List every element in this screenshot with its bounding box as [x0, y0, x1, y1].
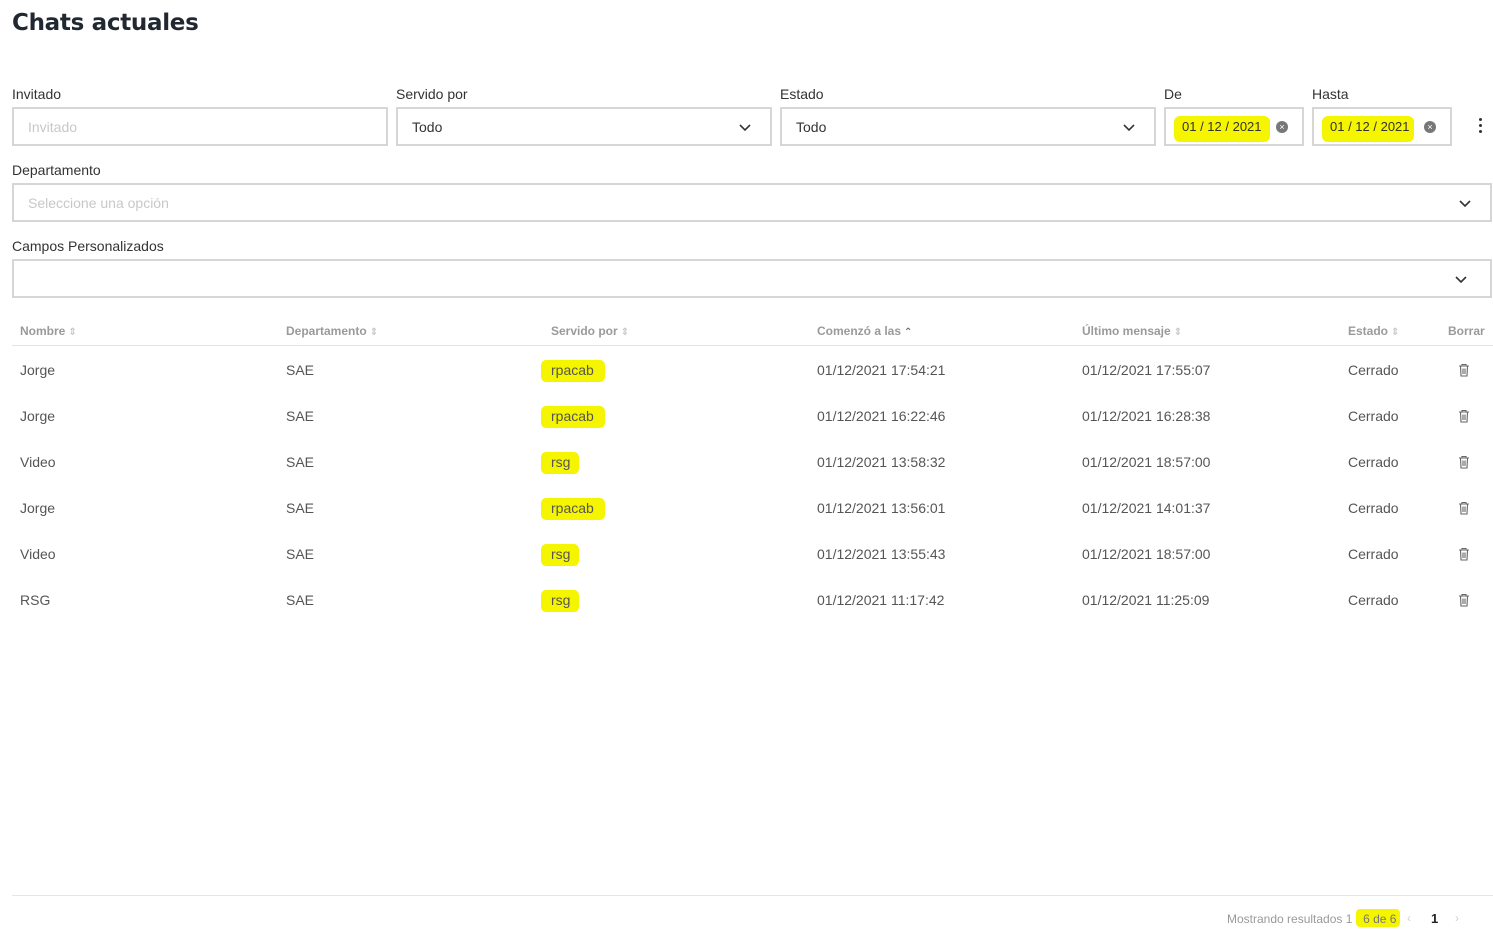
cell-estado: Cerrado: [1348, 408, 1399, 424]
cell-nombre: Jorge: [20, 500, 56, 516]
cell-departamento: SAE: [286, 546, 315, 562]
servido-por-select[interactable]: Todo: [396, 107, 772, 146]
table-row[interactable]: RSG SAE rsg 01/12/2021 11:17:42 01/12/2021 1…: [12, 577, 1493, 623]
cell-servido-por: rpacab: [551, 500, 594, 516]
campos-personalizados-label: Campos Personalizados: [12, 238, 164, 254]
cell-comenzo: 01/12/2021 13:58:32: [817, 454, 946, 470]
sort-icon: ⇕: [1173, 327, 1183, 338]
cell-departamento: SAE: [286, 592, 315, 608]
next-page-button[interactable]: ›: [1455, 911, 1459, 925]
trash-icon[interactable]: [1458, 409, 1470, 423]
chevron-down-icon: [739, 124, 751, 132]
th-nombre[interactable]: Nombre ⇕: [20, 324, 77, 338]
cell-nombre: Jorge: [20, 362, 56, 378]
clear-icon[interactable]: ×: [1276, 121, 1288, 133]
footer-divider: [12, 895, 1493, 896]
sort-icon: ⇕: [369, 327, 379, 338]
cell-servido-por: rsg: [551, 546, 571, 562]
cell-departamento: SAE: [286, 408, 315, 424]
cell-servido-por: rpacab: [551, 362, 594, 378]
th-comenzo[interactable]: Comenzó a las ⌃: [817, 324, 912, 338]
sort-icon: ⇕: [1391, 327, 1400, 338]
cell-ultimo: 01/12/2021 14:01:37: [1082, 500, 1211, 516]
de-date-input[interactable]: 01 / 12 / 2021 ×: [1164, 107, 1304, 146]
prev-page-button[interactable]: ‹: [1407, 911, 1411, 925]
table-row[interactable]: Jorge SAE rpacab 01/12/2021 17:54:21 01/12/2…: [12, 347, 1493, 393]
th-servido-por[interactable]: Servido por ⇕: [551, 324, 629, 338]
estado-select[interactable]: Todo: [780, 107, 1156, 146]
servido-por-value: Todo: [412, 118, 443, 135]
th-departamento[interactable]: Departamento ⇕: [286, 324, 378, 338]
cell-nombre: Jorge: [20, 408, 56, 424]
trash-icon[interactable]: [1458, 501, 1470, 515]
table-row[interactable]: Video SAE rsg 01/12/2021 13:58:32 01/12/2021…: [12, 439, 1493, 485]
cell-estado: Cerrado: [1348, 500, 1399, 516]
cell-comenzo: 01/12/2021 16:22:46: [817, 408, 946, 424]
trash-icon[interactable]: [1458, 363, 1470, 377]
invitado-input[interactable]: Invitado: [12, 107, 388, 146]
invitado-placeholder: Invitado: [28, 118, 78, 135]
chevron-down-icon: [1455, 276, 1467, 284]
trash-icon[interactable]: [1458, 593, 1470, 607]
trash-icon[interactable]: [1458, 455, 1470, 469]
departamento-placeholder: Seleccione una opción: [28, 194, 169, 211]
th-ultimo-mensaje[interactable]: Último mensaje ⇕: [1082, 324, 1182, 338]
cell-comenzo: 01/12/2021 11:17:42: [817, 592, 945, 608]
page-title: Chats actuales: [12, 10, 199, 36]
table-row[interactable]: Video SAE rsg 01/12/2021 13:55:43 01/12/2021…: [12, 531, 1493, 577]
chevron-down-icon: [1123, 124, 1135, 132]
cell-nombre: Video: [20, 454, 56, 470]
chevron-down-icon: [1459, 200, 1471, 208]
cell-servido-por: rpacab: [551, 408, 594, 424]
cell-nombre: RSG: [20, 592, 51, 608]
cell-ultimo: 01/12/2021 18:57:00: [1082, 454, 1211, 470]
sort-up-icon: ⌃: [904, 327, 913, 338]
cell-ultimo: 01/12/2021 18:57:00: [1082, 546, 1211, 562]
table-row[interactable]: Jorge SAE rpacab 01/12/2021 13:56:01 01/12/2…: [12, 485, 1493, 531]
cell-departamento: SAE: [286, 454, 315, 470]
cell-ultimo: 01/12/2021 11:25:09: [1082, 592, 1210, 608]
table-row[interactable]: Jorge SAE rpacab 01/12/2021 16:22:46 01/12/2…: [12, 393, 1493, 439]
sort-icon: ⇕: [620, 327, 630, 338]
departamento-select[interactable]: Seleccione una opción: [12, 183, 1492, 222]
servido-por-label: Servido por: [396, 86, 468, 102]
hasta-date-value: 01 / 12 / 2021: [1330, 119, 1410, 134]
trash-icon[interactable]: [1458, 547, 1470, 561]
invitado-label: Invitado: [12, 86, 62, 102]
campos-personalizados-select[interactable]: [12, 259, 1492, 298]
cell-estado: Cerrado: [1348, 454, 1399, 470]
hasta-date-input[interactable]: 01 / 12 / 2021 ×: [1312, 107, 1452, 146]
table-header: Nombre ⇕ Departamento ⇕ Servido por ⇕ Comen…: [12, 318, 1493, 346]
kebab-menu-icon[interactable]: [1474, 118, 1486, 136]
th-estado[interactable]: Estado ⇕: [1348, 324, 1399, 338]
cell-comenzo: 01/12/2021 13:55:43: [817, 546, 946, 562]
hasta-label: Hasta: [1312, 86, 1349, 102]
cell-ultimo: 01/12/2021 16:28:38: [1082, 408, 1211, 424]
de-label: De: [1164, 86, 1182, 102]
cell-comenzo: 01/12/2021 13:56:01: [817, 500, 946, 516]
cell-estado: Cerrado: [1348, 362, 1399, 378]
clear-icon[interactable]: ×: [1424, 121, 1436, 133]
cell-estado: Cerrado: [1348, 546, 1399, 562]
cell-comenzo: 01/12/2021 17:54:21: [817, 362, 946, 378]
estado-label: Estado: [780, 86, 824, 102]
departamento-label: Departamento: [12, 162, 101, 178]
de-date-value: 01 / 12 / 2021: [1182, 119, 1262, 134]
sort-icon: ⇕: [68, 327, 77, 338]
estado-value: Todo: [796, 118, 827, 135]
cell-departamento: SAE: [286, 500, 315, 516]
page-1-button[interactable]: 1: [1431, 911, 1438, 926]
cell-estado: Cerrado: [1348, 592, 1399, 608]
cell-departamento: SAE: [286, 362, 315, 378]
results-count: Mostrando resultados 1 - 6 de 6: [1227, 912, 1397, 926]
cell-ultimo: 01/12/2021 17:55:07: [1082, 362, 1211, 378]
th-borrar: Borrar: [1448, 324, 1485, 338]
cell-nombre: Video: [20, 546, 56, 562]
cell-servido-por: rsg: [551, 454, 571, 470]
cell-servido-por: rsg: [551, 592, 571, 608]
